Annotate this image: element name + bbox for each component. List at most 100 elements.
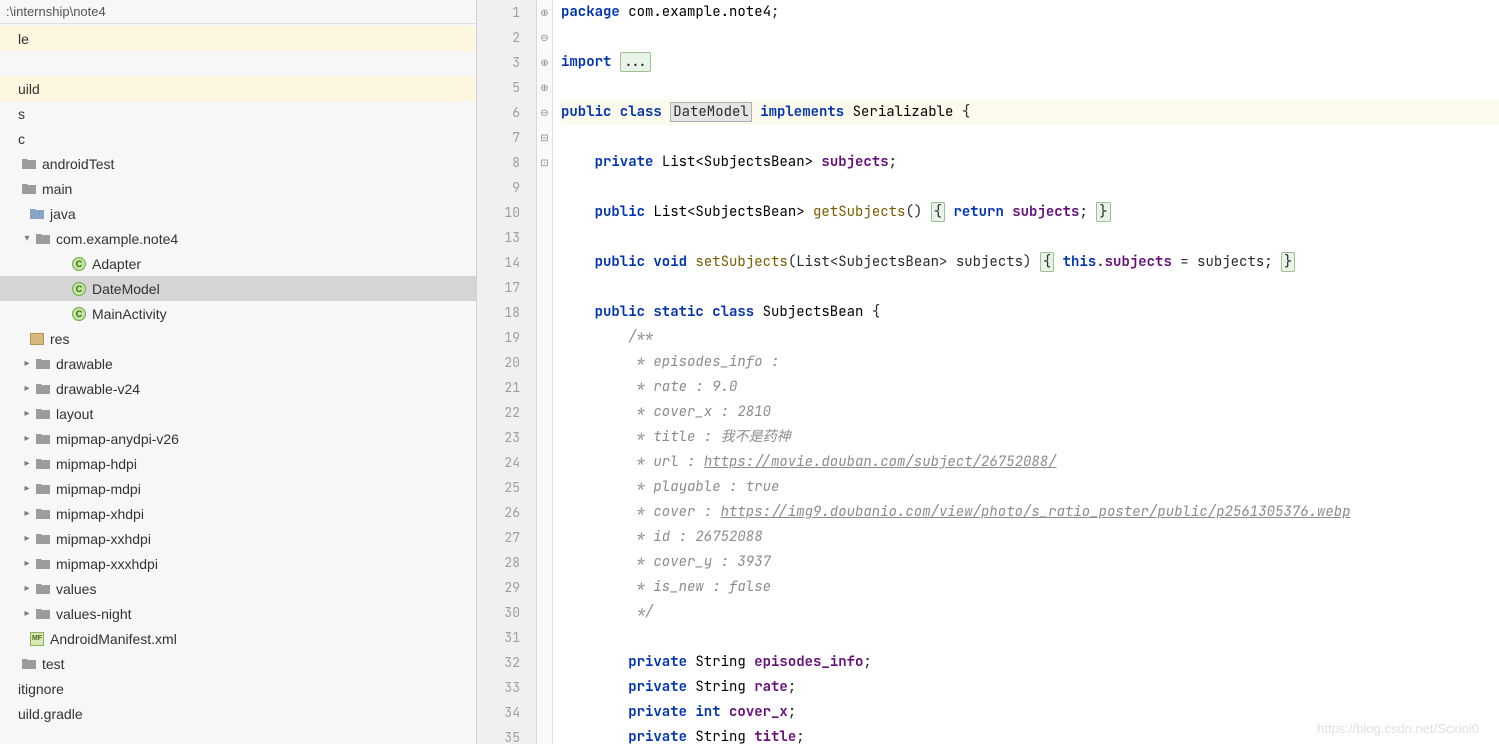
- class-icon: C: [70, 280, 88, 298]
- code-line[interactable]: import ...: [561, 50, 1499, 75]
- class-icon: C: [70, 305, 88, 323]
- folder-icon: [34, 480, 52, 498]
- expand-arrow-icon[interactable]: ▸: [20, 583, 34, 594]
- code-line[interactable]: * is_new : false: [561, 575, 1499, 600]
- code-line[interactable]: [561, 175, 1499, 200]
- tree-item-c[interactable]: c: [0, 126, 476, 151]
- code-line[interactable]: package com.example.note4;: [561, 0, 1499, 25]
- fold-gutter[interactable]: ⊕⊖⊕⊕⊖⊟⊡: [537, 0, 553, 744]
- code-line[interactable]: public List<SubjectsBean> getSubjects() …: [561, 200, 1499, 225]
- code-line[interactable]: [561, 275, 1499, 300]
- code-line[interactable]: * episodes_info :: [561, 350, 1499, 375]
- tree-item-mipmap-xxhdpi[interactable]: ▸ mipmap-xxhdpi: [0, 526, 476, 551]
- expand-arrow-icon[interactable]: ▸: [20, 608, 34, 619]
- tree-item-datemodel[interactable]: CDateModel: [0, 276, 476, 301]
- project-sidebar[interactable]: :\internship\note4 leuildscandroidTestma…: [0, 0, 477, 744]
- folder-icon: [34, 530, 52, 548]
- code-line[interactable]: private List<SubjectsBean> subjects;: [561, 150, 1499, 175]
- tree-item-mipmap-xxxhdpi[interactable]: ▸mipmap-xxxhdpi: [0, 551, 476, 576]
- code-line[interactable]: * id : 26752088: [561, 525, 1499, 550]
- tree-item-uild-gradle[interactable]: uild.gradle: [0, 701, 476, 726]
- tree-item-mipmap-mdpi[interactable]: ▸mipmap-mdpi: [0, 476, 476, 501]
- tree-item-label: com.example.note4: [56, 231, 178, 247]
- code-line[interactable]: [561, 225, 1499, 250]
- folder-icon: [34, 505, 52, 523]
- tree-item-values[interactable]: ▸values: [0, 576, 476, 601]
- expand-arrow-icon[interactable]: ▸: [20, 433, 34, 444]
- tree-item-mipmap-anydpi-v26[interactable]: ▸ mipmap-anydpi-v26: [0, 426, 476, 451]
- tree-item-le[interactable]: le: [0, 26, 476, 51]
- tree-item-test[interactable]: test: [0, 651, 476, 676]
- code-line[interactable]: * title : 我不是药神: [561, 425, 1499, 450]
- line-number: 13: [477, 225, 520, 250]
- fold-marker[interactable]: ⊡: [537, 150, 552, 175]
- code-line[interactable]: private String title;: [561, 725, 1499, 750]
- tree-item-label: layout: [56, 406, 93, 422]
- tree-item-mipmap-hdpi[interactable]: ▸mipmap-hdpi: [0, 451, 476, 476]
- tree-item-uild[interactable]: uild: [0, 76, 476, 101]
- code-line[interactable]: [561, 625, 1499, 650]
- tree-item-androidtest[interactable]: androidTest: [0, 151, 476, 176]
- line-number: 22: [477, 400, 520, 425]
- tree-item-layout[interactable]: ▸ layout: [0, 401, 476, 426]
- folder-icon: [34, 580, 52, 598]
- code-area[interactable]: package com.example.note4; import ... publ…: [553, 0, 1499, 744]
- tree-item-label: mipmap-anydpi-v26: [56, 431, 179, 447]
- line-number: 5: [477, 75, 520, 100]
- code-line[interactable]: private int cover_x;: [561, 700, 1499, 725]
- tree-item-main[interactable]: main: [0, 176, 476, 201]
- line-number: 17: [477, 275, 520, 300]
- code-line[interactable]: * url : https://movie.douban.com/subject…: [561, 450, 1499, 475]
- code-line[interactable]: * cover_x : 2810: [561, 400, 1499, 425]
- code-editor[interactable]: 1235678910131417181920212223242526272829…: [477, 0, 1499, 744]
- code-line[interactable]: * cover : https://img9.doubanio.com/view…: [561, 500, 1499, 525]
- expand-arrow-icon[interactable]: ▸: [20, 508, 34, 519]
- tree-item-drawable[interactable]: ▸ drawable: [0, 351, 476, 376]
- code-line[interactable]: [561, 125, 1499, 150]
- tree-item-com-example-note4[interactable]: ▾ com.example.note4: [0, 226, 476, 251]
- expand-arrow-icon[interactable]: ▾: [20, 233, 34, 244]
- tree-item-java[interactable]: java: [0, 201, 476, 226]
- tree-item-mipmap-xhdpi[interactable]: ▸mipmap-xhdpi: [0, 501, 476, 526]
- tree-item-values-night[interactable]: ▸values-night: [0, 601, 476, 626]
- tree-item-s[interactable]: s: [0, 101, 476, 126]
- tree-item-mainactivity[interactable]: CMainActivity: [0, 301, 476, 326]
- code-line[interactable]: /**: [561, 325, 1499, 350]
- tree-item-res[interactable]: res: [0, 326, 476, 351]
- expand-arrow-icon[interactable]: ▸: [20, 533, 34, 544]
- code-line[interactable]: * rate : 9.0: [561, 375, 1499, 400]
- code-line[interactable]: * cover_y : 3937: [561, 550, 1499, 575]
- tree-item-androidmanifest-xml[interactable]: MFAndroidManifest.xml: [0, 626, 476, 651]
- code-line[interactable]: * playable : true: [561, 475, 1499, 500]
- fold-marker[interactable]: ⊕: [537, 0, 552, 25]
- code-line[interactable]: [561, 75, 1499, 100]
- tree-item-label: drawable: [56, 356, 113, 372]
- tree-item-label: mipmap-xxhdpi: [56, 531, 151, 547]
- tree-item-itignore[interactable]: itignore: [0, 676, 476, 701]
- code-line[interactable]: public void setSubjects(List<SubjectsBea…: [561, 250, 1499, 275]
- code-line[interactable]: private String episodes_info;: [561, 650, 1499, 675]
- expand-arrow-icon[interactable]: ▸: [20, 383, 34, 394]
- fold-marker[interactable]: ⊕: [537, 50, 552, 75]
- line-number: 8: [477, 150, 520, 175]
- fold-marker[interactable]: ⊖: [537, 25, 552, 50]
- expand-arrow-icon[interactable]: ▸: [20, 483, 34, 494]
- code-line[interactable]: public static class SubjectsBean {: [561, 300, 1499, 325]
- tree-item-adapter[interactable]: CAdapter: [0, 251, 476, 276]
- expand-arrow-icon[interactable]: ▸: [20, 358, 34, 369]
- expand-arrow-icon[interactable]: ▸: [20, 408, 34, 419]
- code-line[interactable]: public class DateModel implements Serial…: [561, 100, 1499, 125]
- tree-item-label: res: [50, 331, 69, 347]
- fold-marker[interactable]: ⊕: [537, 75, 552, 100]
- line-number: 20: [477, 350, 520, 375]
- tree-item-drawable-v24[interactable]: ▸drawable-v24: [0, 376, 476, 401]
- fold-marker[interactable]: ⊟: [537, 125, 552, 150]
- tree-item-blank[interactable]: [0, 51, 476, 76]
- code-line[interactable]: [561, 25, 1499, 50]
- project-tree[interactable]: le uildscandroidTestmainjava ▾ com.example.…: [0, 24, 476, 726]
- expand-arrow-icon[interactable]: ▸: [20, 558, 34, 569]
- code-line[interactable]: */: [561, 600, 1499, 625]
- fold-marker[interactable]: ⊖: [537, 100, 552, 125]
- code-line[interactable]: private String rate;: [561, 675, 1499, 700]
- expand-arrow-icon[interactable]: ▸: [20, 458, 34, 469]
